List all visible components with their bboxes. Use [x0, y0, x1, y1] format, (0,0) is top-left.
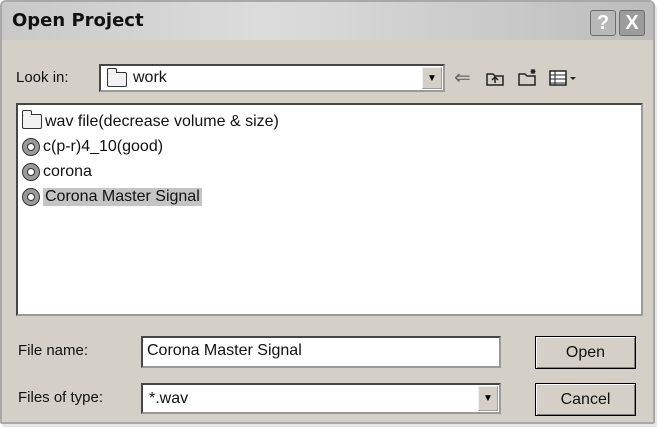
file-list[interactable]: wav file(decrease volume & size) c(p-r)4…	[16, 103, 643, 316]
open-project-dialog: Open Project ? X Look in: work ▼ ⇐ wav f…	[0, 0, 655, 424]
files-of-type-dropdown[interactable]: *.wav ▼	[141, 383, 501, 414]
chevron-down-icon[interactable]: ▼	[422, 67, 442, 89]
wav-file-icon	[22, 187, 40, 206]
wav-file-icon	[22, 162, 40, 181]
file-name: corona	[43, 163, 92, 180]
view-menu-icon[interactable]	[548, 68, 578, 92]
cancel-button[interactable]: Cancel	[535, 383, 636, 416]
wav-file-icon	[22, 137, 40, 156]
files-of-type-value: *.wav	[149, 390, 189, 407]
list-item[interactable]: wav file(decrease volume & size)	[22, 110, 279, 133]
close-icon: X	[625, 12, 639, 34]
list-item[interactable]: c(p-r)4_10(good)	[22, 136, 163, 158]
open-button-label: Open	[565, 343, 606, 361]
files-of-type-label: Files of type:	[18, 389, 104, 406]
window-title: Open Project	[12, 10, 144, 31]
up-one-level-icon[interactable]	[485, 68, 505, 92]
help-icon: ?	[596, 12, 610, 34]
file-name: c(p-r)4_10(good)	[43, 138, 164, 155]
file-name-label: File name:	[18, 342, 89, 359]
help-button[interactable]: ?	[590, 10, 616, 36]
back-arrow-icon[interactable]: ⇐	[454, 68, 471, 88]
cancel-button-label: Cancel	[560, 390, 611, 408]
file-name-value: Corona Master Signal	[147, 342, 302, 359]
look-in-value: work	[133, 69, 167, 86]
list-item-selected[interactable]: Corona Master Signal	[22, 186, 202, 208]
list-item[interactable]: corona	[22, 161, 92, 183]
folder-icon	[107, 68, 127, 89]
file-name: Corona Master Signal	[43, 188, 202, 206]
new-folder-icon[interactable]	[517, 68, 539, 92]
title-bar[interactable]: Open Project ? X	[2, 2, 653, 40]
open-button[interactable]: Open	[535, 336, 636, 369]
file-name: wav file(decrease volume & size)	[45, 113, 279, 130]
close-button[interactable]: X	[619, 10, 645, 36]
folder-icon	[22, 110, 42, 131]
look-in-dropdown[interactable]: work ▼	[99, 64, 445, 92]
file-name-field[interactable]: Corona Master Signal	[141, 336, 501, 368]
look-in-label: Look in:	[16, 69, 69, 86]
chevron-down-icon[interactable]: ▼	[478, 386, 498, 411]
